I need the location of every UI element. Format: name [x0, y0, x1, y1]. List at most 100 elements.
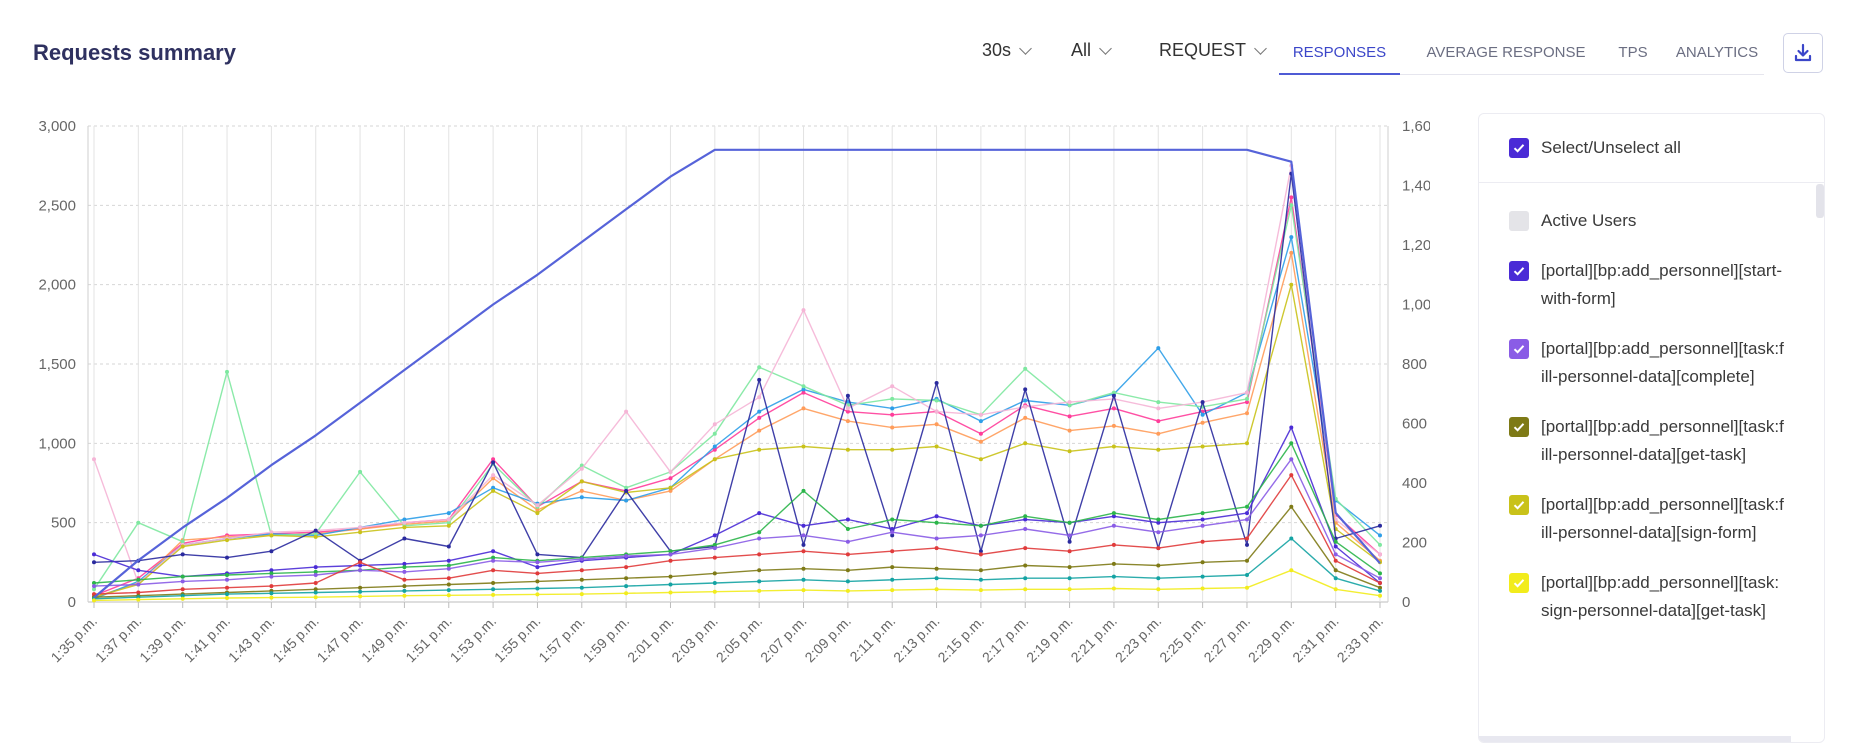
series-point: [92, 457, 96, 462]
x-tick-label: 1:57 p.m.: [535, 613, 588, 666]
legend-item[interactable]: Active Users: [1479, 207, 1824, 235]
legend-checkbox[interactable]: [1509, 495, 1529, 515]
series-point: [358, 525, 363, 530]
series-point: [1156, 419, 1161, 424]
series-line: [93, 148, 1381, 599]
legend-item[interactable]: [portal][bp:add_personnel][task:sign-per…: [1479, 569, 1824, 625]
series-point: [1067, 576, 1072, 581]
y-right-tick-label: 0: [1402, 594, 1410, 611]
legend-item[interactable]: [portal][bp:add_personnel][task:fill-per…: [1479, 491, 1824, 547]
series-point: [668, 558, 673, 563]
legend-checkbox[interactable]: [1509, 211, 1529, 231]
series-point: [1111, 406, 1116, 411]
series-point: [757, 511, 762, 516]
series-point: [978, 523, 983, 528]
series-point: [1156, 517, 1161, 522]
series-point: [1245, 536, 1249, 541]
series-point: [446, 566, 451, 571]
series-point: [1067, 549, 1072, 554]
legend-item[interactable]: [portal][bp:add_personnel][task:fill-per…: [1479, 413, 1824, 469]
series-point: [845, 568, 850, 573]
legend-scrollbar[interactable]: [1816, 184, 1824, 218]
filter-dropdown[interactable]: All: [1071, 40, 1112, 61]
horizontal-scrollbar[interactable]: [1479, 736, 1791, 742]
series-line: [93, 172, 1381, 563]
legend-label: [portal][bp:add_personnel][task:fill-per…: [1541, 417, 1784, 464]
legend-checkbox[interactable]: [1509, 573, 1529, 593]
y-right-tick-label: 400: [1402, 475, 1427, 492]
series-line: [93, 252, 1381, 598]
series-point: [1023, 546, 1028, 551]
series-point: [535, 579, 540, 584]
series-point: [446, 544, 451, 549]
series-point: [1378, 576, 1382, 581]
series-point: [934, 514, 939, 519]
y-right-tick-label: 800: [1402, 356, 1427, 373]
series-point: [446, 576, 451, 581]
series-point: [1378, 588, 1382, 593]
series-point: [579, 585, 584, 590]
series-point: [1200, 560, 1205, 565]
chevron-down-icon: [1254, 41, 1267, 55]
tab-tps[interactable]: TPS: [1604, 36, 1662, 75]
series-point: [180, 544, 185, 549]
series-point: [579, 577, 584, 582]
legend-item[interactable]: [portal][bp:add_personnel][task:fill-per…: [1479, 335, 1824, 391]
series-point: [313, 595, 318, 600]
chevron-down-icon: [1099, 41, 1112, 55]
type-dropdown-value: REQUEST: [1159, 40, 1247, 60]
series-point: [757, 530, 762, 535]
series-point: [845, 419, 850, 424]
x-tick-label: 1:55 p.m.: [491, 613, 544, 666]
series-point: [668, 476, 673, 481]
series-point: [180, 552, 185, 557]
series-point: [402, 593, 407, 598]
series-point: [180, 596, 185, 601]
series-point: [934, 398, 939, 403]
series-point: [358, 585, 363, 590]
tab-average-response[interactable]: AVERAGE RESPONSE: [1416, 36, 1596, 75]
series-point: [890, 517, 895, 522]
series-point: [491, 581, 496, 585]
interval-dropdown[interactable]: 30s: [982, 40, 1032, 61]
series-point: [978, 431, 983, 436]
series-point: [269, 591, 274, 596]
series-point: [1200, 400, 1205, 405]
x-tick-label: 2:05 p.m.: [713, 613, 766, 666]
series-point: [712, 581, 717, 585]
series-point: [1023, 514, 1028, 519]
tab-analytics[interactable]: ANALYTICS: [1670, 36, 1764, 75]
series-point: [1200, 574, 1205, 579]
series-point: [845, 447, 850, 452]
series-point: [402, 536, 407, 541]
check-icon: [1513, 267, 1525, 276]
legend-item[interactable]: [portal][bp:add_personnel][start-with-fo…: [1479, 257, 1824, 313]
series-point: [934, 576, 939, 581]
select-all-checkbox[interactable]: [1509, 138, 1529, 158]
legend-checkbox[interactable]: [1509, 339, 1529, 359]
series-point: [1023, 563, 1028, 568]
legend-checkbox[interactable]: [1509, 261, 1529, 281]
series-point: [535, 503, 540, 508]
x-tick-label: 2:11 p.m.: [846, 613, 898, 665]
series-point: [535, 511, 540, 516]
type-dropdown[interactable]: REQUEST: [1159, 40, 1267, 61]
series-point: [757, 552, 762, 557]
series-point: [491, 460, 496, 465]
series-point: [712, 589, 717, 594]
series-point: [668, 574, 673, 579]
series-point: [579, 557, 584, 562]
select-all-row[interactable]: Select/Unselect all: [1479, 114, 1824, 183]
series-point: [446, 593, 451, 598]
y-right-tick-label: 1,000: [1402, 297, 1430, 314]
legend-checkbox[interactable]: [1509, 417, 1529, 437]
series-point: [1289, 425, 1294, 430]
interval-dropdown-value: 30s: [982, 40, 1012, 60]
series-point: [225, 585, 229, 590]
series-point: [136, 568, 141, 573]
download-button[interactable]: [1783, 33, 1823, 73]
series-point: [1111, 542, 1116, 547]
series-point: [313, 573, 318, 577]
series-point: [978, 457, 983, 462]
tab-responses[interactable]: RESPONSES: [1279, 36, 1400, 75]
